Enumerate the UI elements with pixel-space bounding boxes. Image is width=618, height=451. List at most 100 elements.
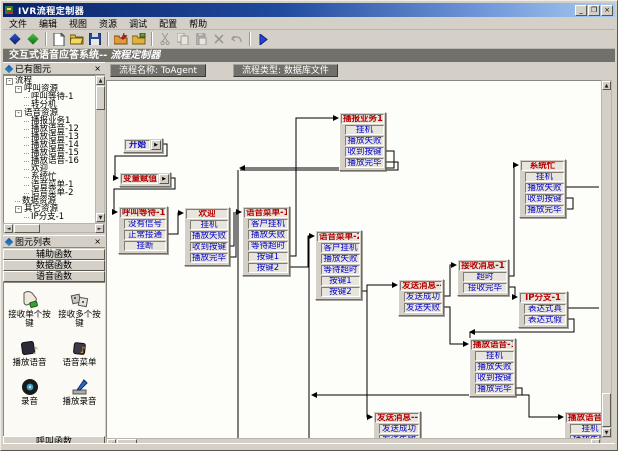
delete-icon — [210, 31, 228, 47]
flow-node-port-表达式真[interactable]: 表达式真 — [524, 304, 566, 314]
flow-node-sysbusy[interactable]: 系统忙挂机播放失败收到按键播放完毕 — [519, 159, 566, 218]
flow-node-ipbranch[interactable]: IP分支-1表达式真表达式假 — [518, 291, 568, 328]
flow-node-port-挂机[interactable]: 挂机 — [190, 220, 228, 230]
run-icon[interactable] — [254, 31, 272, 47]
flow-node-playvoice1[interactable]: 播放语音-1挂机播放失败收到按键播放完毕 — [469, 338, 516, 397]
flow-node-callwait[interactable]: 呼叫等待-1没有信号正常接通挂断 — [118, 206, 168, 254]
palette-item-播放录音[interactable]: 播放录音 — [55, 376, 105, 407]
tree-expander-icon[interactable]: - — [15, 110, 22, 117]
flow-node-broadcast[interactable]: 播报业务1挂机播放失败收到按键播放完毕 — [339, 112, 386, 171]
flow-node-port-客户挂机[interactable]: 客户挂机 — [248, 219, 288, 229]
new-flow-icon[interactable] — [50, 31, 68, 47]
flow-node-port-挂断[interactable]: 挂断 — [124, 241, 166, 251]
title-bar[interactable]: IVR流程定制器 _ ❐ × — [3, 3, 615, 17]
flow-node-port-播放失败[interactable]: 播放失败 — [190, 231, 228, 241]
flow-node-port-表达式假[interactable]: 表达式假 — [524, 315, 566, 325]
flow-node-port-播放失败[interactable]: 播放失败 — [248, 230, 288, 240]
tree-expander-icon[interactable]: - — [15, 206, 22, 213]
tree-hscrollbar[interactable]: ◄ ► — [3, 223, 105, 233]
tree-item-IP分支-1[interactable]: IP分支-1 — [4, 213, 95, 221]
flow-node-port-正常接通[interactable]: 正常接通 — [124, 230, 166, 240]
tree-expander-icon[interactable]: - — [15, 86, 22, 93]
copy-icon — [174, 31, 192, 47]
existing-elements-header[interactable]: 已有图元 × — [3, 62, 105, 75]
flow-node-port-收到按键[interactable]: 收到按键 — [345, 147, 384, 157]
flow-node-menu2[interactable]: 语音菜单-2客户挂机播放失败等待超时按键1按键2 — [315, 230, 362, 300]
flow-name-button[interactable]: 流程名称: ToAgent — [110, 64, 206, 77]
tree-item-播放语音-16[interactable]: 播放语音-16 — [4, 157, 95, 165]
menu-item-文件[interactable]: 文件 — [3, 17, 33, 30]
menu-item-视图[interactable]: 视图 — [63, 17, 93, 30]
flow-node-menu1[interactable]: 语音菜单-1客户挂机播放失败等待超时按键1按键2 — [242, 206, 290, 276]
flow-node-sendmsg1[interactable]: 发送消息--发送成功发送失败 — [398, 279, 444, 316]
flow-canvas[interactable]: 开始▶ 变量赋值▶ 呼叫等待-1没有信号正常接通挂断欢迎挂机播放失败收到按键播放完毕… — [106, 80, 601, 438]
tree-vscrollbar[interactable]: ▲ ▼ — [95, 75, 105, 223]
flow-node-port-收到按键[interactable]: 收到按键 — [475, 373, 514, 383]
import-flow-icon[interactable] — [112, 31, 130, 47]
flow-node-port-发送成功[interactable]: 发送成功 — [404, 292, 442, 302]
panel-close-icon[interactable]: × — [92, 64, 103, 73]
flow-node-assign[interactable]: 变量赋值▶ — [119, 172, 171, 187]
flow-node-port-客户挂机[interactable]: 客户挂机 — [321, 243, 360, 253]
flow-node-port-按键2[interactable]: 按键2 — [321, 287, 360, 297]
menu-item-资源[interactable]: 资源 — [93, 17, 123, 30]
category-data-functions[interactable]: 数据函数 — [3, 260, 105, 271]
panel-close-icon[interactable]: × — [92, 237, 103, 246]
element-list-header[interactable]: 图元列表 × — [3, 235, 105, 248]
flow-node-recvmsg[interactable]: 接收消息-1超时接收完毕 — [457, 259, 509, 296]
element-tree[interactable]: -流程-呼叫资源呼叫等待-1转分机-语音资源播报业务1播放语音-12播放语音-1… — [3, 75, 95, 223]
export-flow-icon[interactable] — [130, 31, 148, 47]
node-play-icon[interactable]: ▶ — [159, 174, 169, 184]
menu-item-编辑[interactable]: 编辑 — [33, 17, 63, 30]
save-flow-icon[interactable] — [86, 31, 104, 47]
flow-node-port-没有信号[interactable]: 没有信号 — [124, 219, 166, 229]
flow-node-port-收到按键[interactable]: 收到按键 — [525, 194, 564, 204]
flow-node-port-按键2[interactable]: 按键2 — [248, 263, 288, 273]
flow-node-welcome[interactable]: 欢迎挂机播放失败收到按键播放完毕 — [184, 207, 230, 266]
flow-node-port-等待超时[interactable]: 等待超时 — [248, 241, 288, 251]
flow-node-port-播放完毕[interactable]: 播放完毕 — [475, 384, 514, 394]
node-play-icon[interactable]: ▶ — [151, 140, 161, 150]
menu-item-调试[interactable]: 调试 — [123, 17, 153, 30]
flow-node-port-超时[interactable]: 超时 — [463, 272, 507, 282]
flow-node-port-按键1[interactable]: 按键1 — [248, 252, 288, 262]
flow-node-port-播放失败[interactable]: 播放失败 — [321, 254, 360, 264]
flow-node-port-播放失败[interactable]: 播放失败 — [475, 362, 514, 372]
flow-node-port-播放失败[interactable]: 播放失败 — [345, 136, 384, 146]
flow-node-port-播放完毕[interactable]: 播放完毕 — [345, 158, 384, 168]
flow-node-port-收到按键[interactable]: 收到按键 — [190, 242, 228, 252]
flow-node-port-播放完毕[interactable]: 播放完毕 — [190, 253, 228, 263]
flow-node-port-按键1[interactable]: 按键1 — [321, 276, 360, 286]
menu-item-帮助[interactable]: 帮助 — [183, 17, 213, 30]
category-aux-functions[interactable]: 辅助函数 — [3, 249, 105, 260]
close-button[interactable]: × — [601, 5, 613, 16]
flow-node-port-挂机[interactable]: 挂机 — [475, 351, 514, 361]
forward-diamond-icon[interactable] — [24, 31, 42, 47]
palette-item-接收多个按键[interactable]: 接收多个按键 — [55, 289, 105, 329]
flow-node-port-接收完毕[interactable]: 接收完毕 — [463, 283, 507, 293]
flow-node-port-发送失败[interactable]: 发送失败 — [404, 303, 442, 313]
flow-node-sendmsg2[interactable]: 发送消息--发送成功发送失败 — [373, 411, 421, 438]
flow-node-port-播放失败[interactable]: 播放失败 — [525, 183, 564, 193]
flow-type-button[interactable]: 流程类型: 数据库文件 — [233, 64, 338, 77]
flow-node-port-等待超时[interactable]: 等待超时 — [321, 265, 360, 275]
flow-node-port-挂机[interactable]: 挂机 — [345, 125, 384, 135]
flow-node-port-挂机[interactable]: 挂机 — [570, 424, 601, 434]
back-diamond-icon[interactable] — [6, 31, 24, 47]
flow-node-port-播放完毕[interactable]: 播放完毕 — [525, 205, 564, 215]
flow-node-port-发送成功[interactable]: 发送成功 — [379, 424, 419, 434]
palette-item-接收单个按键[interactable]: 接收单个按键 — [5, 289, 55, 329]
tree-expander-icon[interactable]: - — [6, 78, 13, 85]
minimize-button[interactable]: _ — [575, 5, 587, 16]
canvas-vscrollbar[interactable]: ▲ ▼ — [601, 80, 612, 438]
menu-item-配置[interactable]: 配置 — [153, 17, 183, 30]
flow-node-port-挂机[interactable]: 挂机 — [525, 172, 564, 182]
flow-node-start[interactable]: 开始▶ — [123, 138, 163, 153]
flow-node-playvoice2[interactable]: 播放语音-1挂机播放失败 — [564, 411, 601, 438]
restore-button[interactable]: ❐ — [588, 5, 600, 16]
palette-item-录音[interactable]: 录音 — [5, 376, 55, 407]
category-voice-functions[interactable]: 语音函数 — [3, 271, 105, 282]
palette-item-语音菜单[interactable]: ♪ 语音菜单 — [55, 337, 105, 368]
open-flow-icon[interactable] — [68, 31, 86, 47]
palette-item-播放语音[interactable]: ♪ 播放语音 — [5, 337, 55, 368]
